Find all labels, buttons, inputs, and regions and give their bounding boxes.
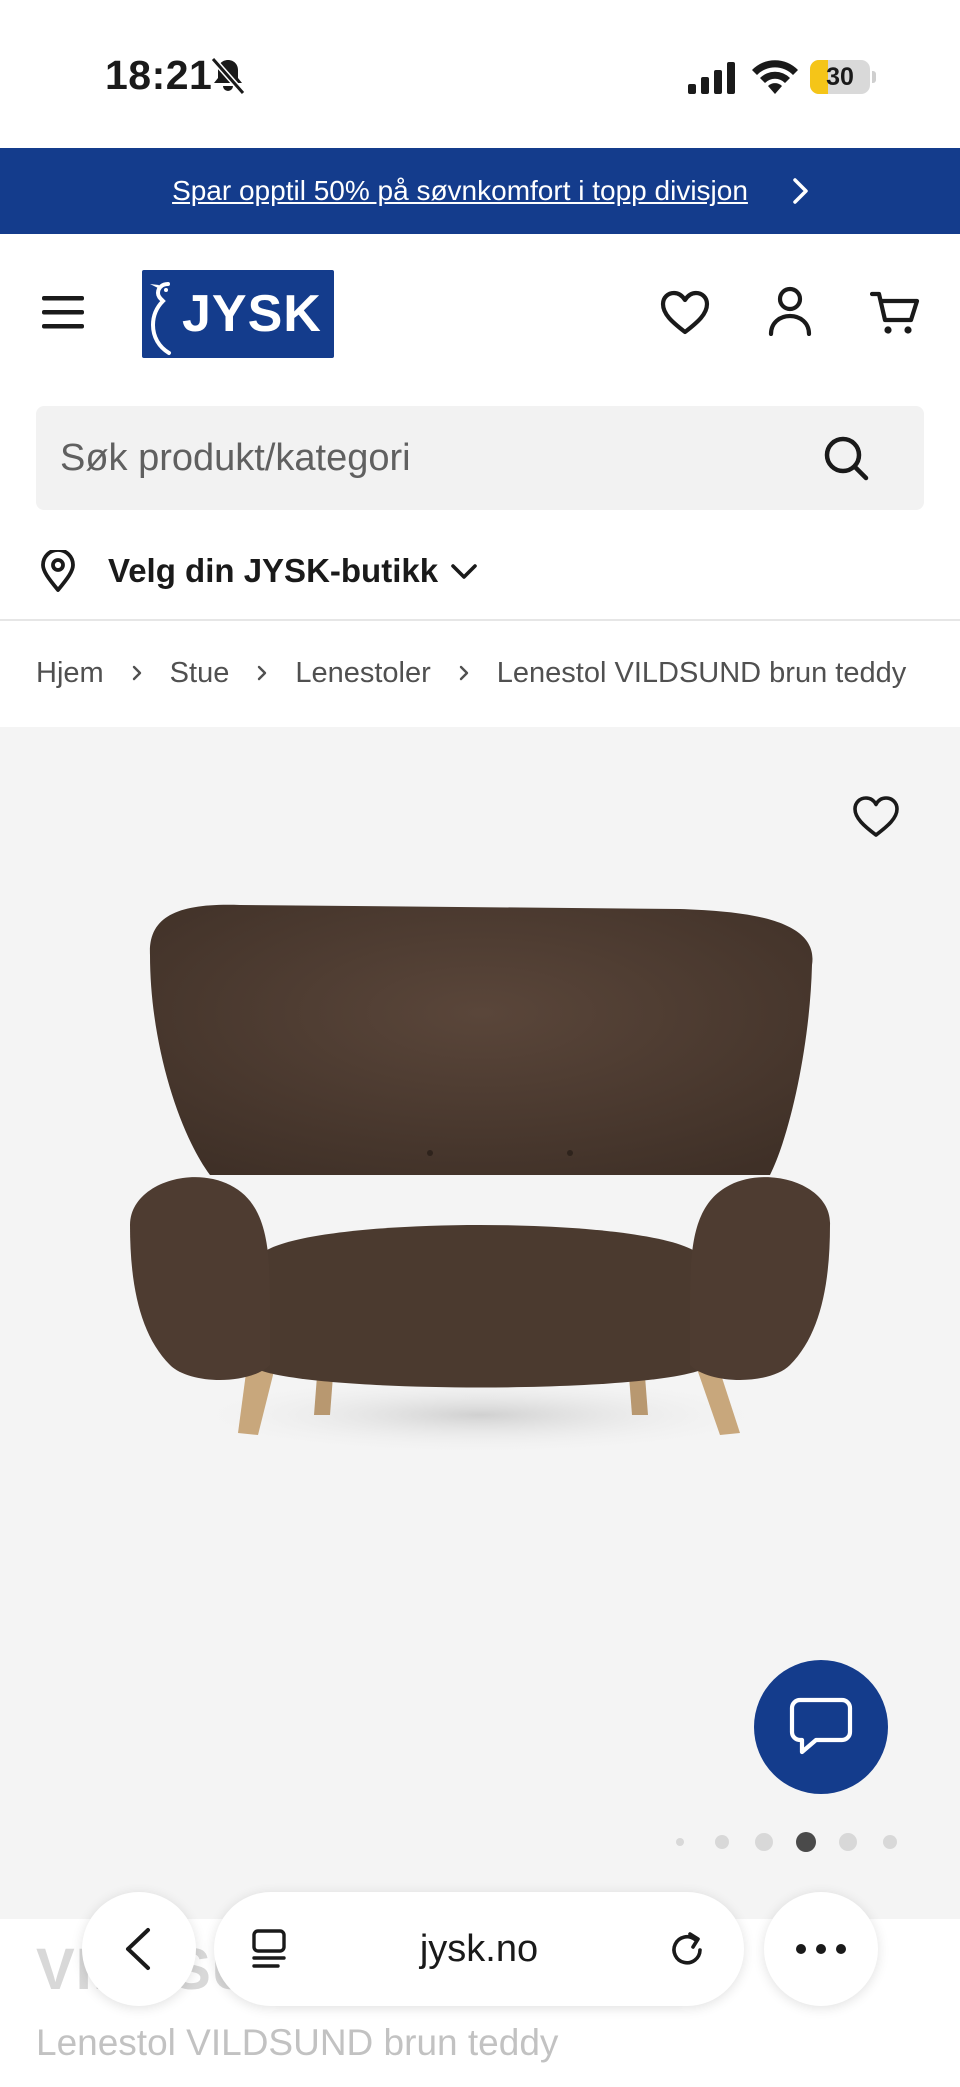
breadcrumb-item-stue[interactable]: Stue	[170, 657, 230, 690]
chevron-left-icon	[126, 1928, 150, 1970]
search-input[interactable]	[60, 406, 820, 510]
browser-address-bar[interactable]: jysk.no	[214, 1892, 744, 2006]
browser-more-button[interactable]	[764, 1892, 878, 2006]
carousel-dots[interactable]	[670, 1830, 900, 1854]
divider	[0, 619, 960, 621]
breadcrumb: Hjem Stue Lenestoler Lenestol VILDSUND b…	[36, 650, 906, 696]
logo-text: JYSK	[182, 285, 322, 343]
battery-level: 30	[826, 63, 854, 91]
browser-back-button[interactable]	[82, 1892, 196, 2006]
status-bar: 18:21 30	[0, 0, 960, 148]
user-icon[interactable]	[768, 286, 812, 336]
favorite-heart-icon[interactable]	[852, 795, 900, 839]
chevron-down-icon	[451, 564, 477, 579]
jysk-logo[interactable]: JYSK	[142, 270, 334, 358]
cart-icon[interactable]	[870, 290, 920, 336]
browser-url: jysk.no	[419, 1928, 539, 1970]
promo-link[interactable]: Spar opptil 50% på søvnkomfort i topp di…	[172, 175, 748, 207]
store-picker-label: Velg din JYSK-butikk	[108, 552, 439, 589]
carousel-dot[interactable]	[715, 1835, 729, 1849]
breadcrumb-item-lenestoler[interactable]: Lenestoler	[295, 657, 430, 690]
product-subtitle: Lenestol VILDSUND brun teddy	[36, 2022, 559, 2063]
carousel-dot[interactable]	[755, 1833, 773, 1851]
chat-bubble-icon	[789, 1697, 853, 1755]
chevron-right-icon	[132, 665, 141, 681]
location-pin-icon	[41, 550, 75, 592]
cellular-signal-icon	[688, 62, 735, 94]
search-bar	[36, 406, 924, 510]
more-dots-icon	[796, 1944, 846, 1954]
heart-icon[interactable]	[660, 290, 710, 336]
chevron-right-icon	[459, 665, 468, 681]
site-header: JYSK	[0, 234, 960, 394]
menu-icon[interactable]	[40, 292, 86, 332]
chevron-right-icon	[258, 665, 267, 681]
promo-banner[interactable]: Spar opptil 50% på søvnkomfort i topp di…	[0, 148, 960, 234]
store-picker[interactable]: Velg din JYSK-butikk	[36, 540, 496, 602]
search-icon[interactable]	[822, 434, 870, 482]
product-image	[130, 904, 831, 1455]
chat-button[interactable]	[754, 1660, 888, 1794]
status-time: 18:21	[105, 52, 213, 98]
reload-icon[interactable]	[668, 1928, 708, 1970]
breadcrumb-item-current: Lenestol VILDSUND brun teddy	[496, 656, 907, 689]
product-gallery[interactable]	[0, 727, 960, 1919]
carousel-dot[interactable]	[883, 1835, 897, 1849]
breadcrumb-item-home[interactable]: Hjem	[36, 657, 104, 690]
wifi-icon	[752, 60, 798, 94]
carousel-dot[interactable]	[676, 1838, 684, 1846]
chevron-right-icon	[793, 178, 808, 204]
carousel-dot[interactable]	[796, 1832, 816, 1852]
battery-icon: 30	[810, 60, 876, 94]
carousel-dot[interactable]	[839, 1833, 857, 1851]
bell-muted-icon	[210, 57, 246, 95]
